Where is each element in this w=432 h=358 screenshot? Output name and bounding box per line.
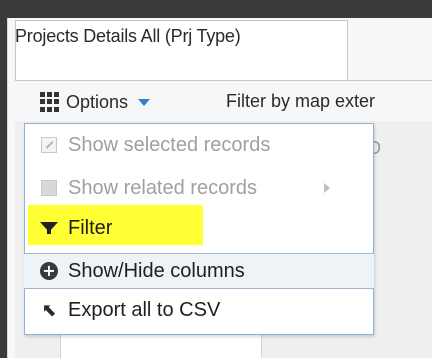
chevron-down-icon xyxy=(138,98,151,106)
menu-item-label: Show related records xyxy=(68,176,257,199)
filter-by-map-extent-button[interactable]: Filter by map exter xyxy=(226,91,375,112)
menu-item-export-all-to-csv[interactable]: ⬉ Export all to CSV xyxy=(24,292,374,328)
plus-circle-icon: + xyxy=(40,262,58,280)
menu-item-label: Export all to CSV xyxy=(68,298,221,321)
options-label: Options xyxy=(66,91,129,112)
menu-item-label: Filter xyxy=(68,216,113,239)
menu-item-label: Show selected records xyxy=(68,133,271,156)
pin-icon xyxy=(40,136,58,154)
options-button[interactable]: Options xyxy=(40,88,151,116)
menu-item-filter[interactable]: Filter xyxy=(24,210,374,246)
filter-icon-stem xyxy=(47,226,51,234)
chevron-right-icon xyxy=(324,183,330,193)
export-arrow-icon: ⬉ xyxy=(41,299,57,321)
menu-item-show-selected-records[interactable]: Show selected records xyxy=(24,127,374,163)
tab-label: Projects Details All (Prj Type) xyxy=(15,26,241,46)
top-bar xyxy=(0,0,432,18)
menu-item-show-hide-columns[interactable]: + Show/Hide columns xyxy=(24,253,374,289)
left-edge-bar xyxy=(0,0,7,358)
menu-item-label: Show/Hide columns xyxy=(68,259,245,282)
related-records-icon xyxy=(40,179,58,197)
grid-icon xyxy=(40,92,60,112)
menu-item-show-related-records[interactable]: Show related records xyxy=(24,170,374,206)
